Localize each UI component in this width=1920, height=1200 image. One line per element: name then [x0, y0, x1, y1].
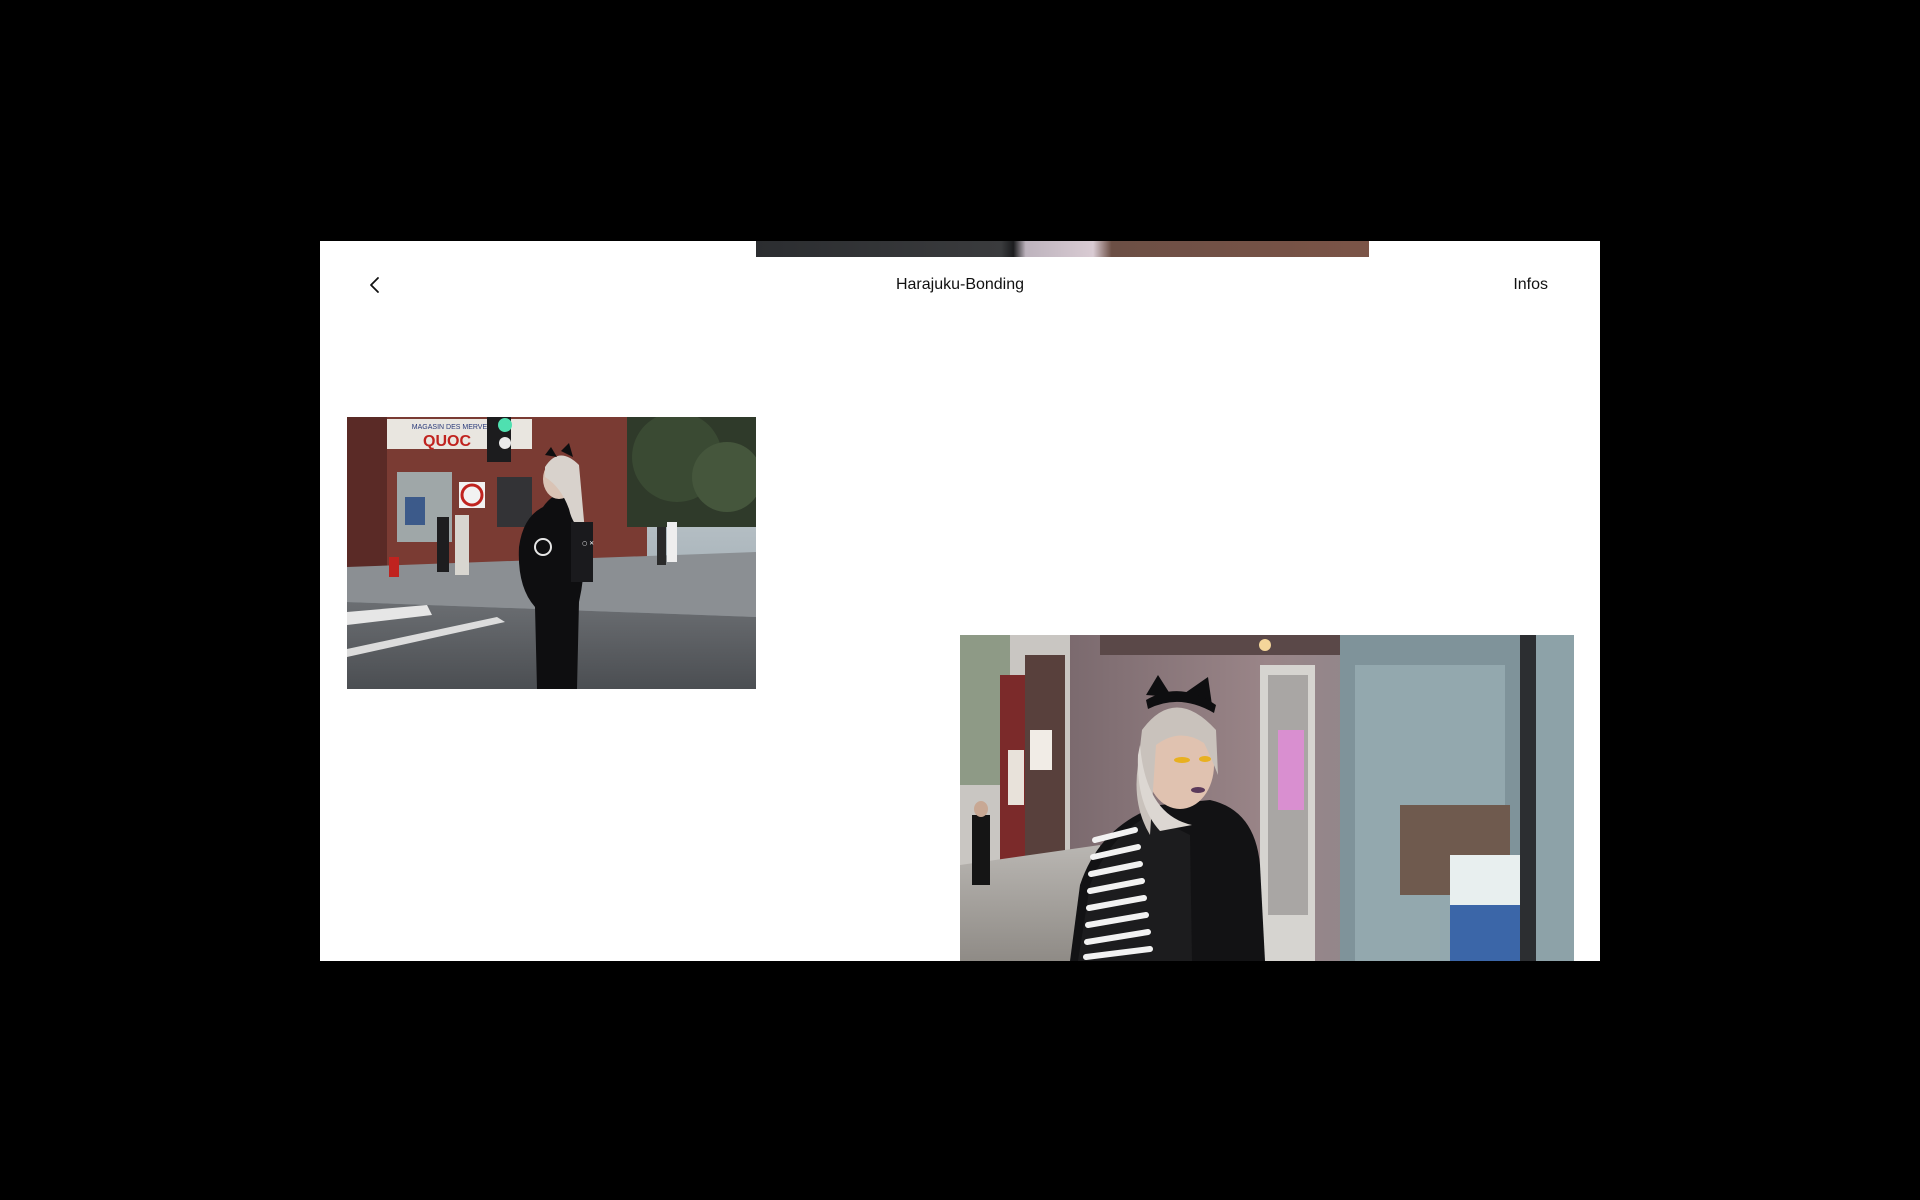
gallery-header: Harajuku-Bonding Infos — [320, 269, 1600, 301]
page-title: Harajuku-Bonding — [895, 276, 1025, 293]
infos-link[interactable]: Infos — [1513, 269, 1548, 301]
svg-text:QUOC: QUOC — [423, 433, 471, 450]
gallery-photo[interactable] — [960, 635, 1574, 961]
svg-text:○ ✕: ○ ✕ — [582, 540, 594, 547]
gallery-panel: Harajuku-Bonding Infos MAGASIN DES MERVE… — [320, 241, 1600, 961]
previous-photo-edge[interactable] — [756, 241, 1369, 257]
gallery-photo[interactable]: MAGASIN DES MERVEILLES QUOC ○ ✕ — [347, 417, 756, 689]
street-crossing-image: MAGASIN DES MERVEILLES QUOC ○ ✕ — [347, 417, 756, 689]
storefront-portrait-image — [960, 635, 1574, 961]
